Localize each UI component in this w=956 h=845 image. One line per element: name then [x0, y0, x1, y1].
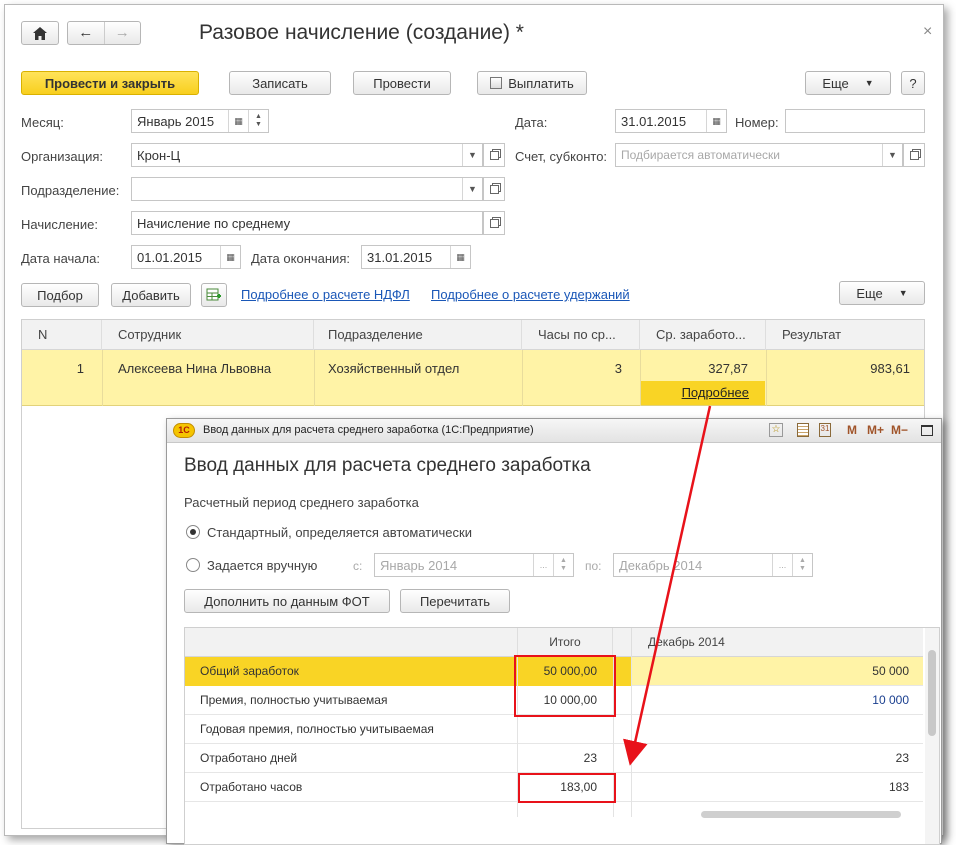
annotation-arrow	[623, 405, 712, 766]
